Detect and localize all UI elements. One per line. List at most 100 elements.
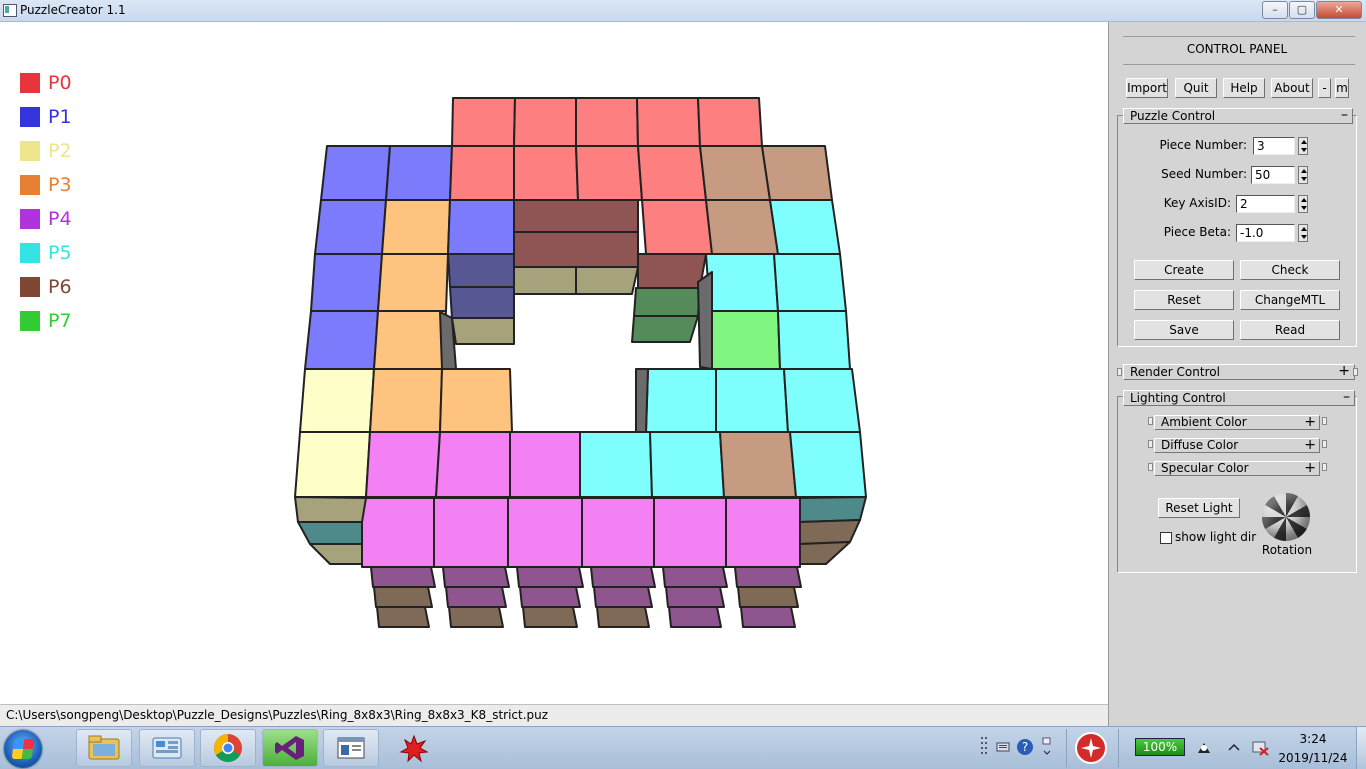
show-desktop-button[interactable] (1356, 727, 1366, 769)
puzzle-cube-face (799, 496, 867, 523)
render-control-header[interactable]: Render Control + (1123, 363, 1355, 380)
show-hidden-icons[interactable] (1228, 742, 1240, 752)
show-light-dir-checkbox[interactable] (1160, 532, 1172, 544)
ambient-color-title: Ambient Color (1161, 415, 1247, 429)
piece-beta-field[interactable] (1236, 224, 1295, 242)
lighting-control-header[interactable]: Lighting Control – (1123, 389, 1355, 406)
seed-number-field[interactable] (1251, 166, 1295, 184)
rollout-notch (1322, 463, 1327, 471)
app-icon (3, 4, 17, 17)
collapse-toggle[interactable]: – (1343, 389, 1350, 405)
taskbar-visual-studio[interactable] (262, 729, 318, 767)
expand-toggle[interactable]: + (1338, 363, 1350, 379)
network-icon[interactable] (1252, 740, 1270, 756)
puzzle-cube-face (740, 606, 796, 628)
expand-toggle[interactable]: + (1304, 437, 1316, 453)
puzzle-cube-face (373, 310, 447, 370)
minus-button[interactable]: - (1318, 78, 1331, 98)
start-button[interactable] (4, 730, 42, 768)
visual-studio-icon (275, 736, 304, 760)
seed-number-label: Seed Number: (1161, 167, 1247, 181)
key-axis-field[interactable] (1236, 195, 1295, 213)
puzzle-cube-face (449, 145, 515, 201)
quit-button[interactable]: Quit (1175, 78, 1217, 98)
taskbar-control-panel[interactable] (139, 729, 195, 767)
rollout-notch (1148, 417, 1153, 425)
key-axis-spinner[interactable] (1298, 195, 1308, 213)
change-mtl-button[interactable]: ChangeMTL (1240, 290, 1340, 310)
show-light-dir-label: show light dir (1175, 530, 1257, 544)
window-title: PuzzleCreator 1.1 (20, 3, 126, 17)
puzzle-cube-face (719, 431, 797, 498)
puzzle-cube-face (653, 497, 727, 568)
piece-number-field[interactable] (1253, 137, 1295, 155)
light-rotation-sphere[interactable] (1262, 493, 1310, 541)
puzzle-cube-face (448, 606, 504, 628)
help-button[interactable]: Help (1223, 78, 1265, 98)
expand-toggle[interactable]: + (1304, 414, 1316, 430)
mouse-icon[interactable] (1195, 739, 1213, 757)
title-bar: PuzzleCreator 1.1 – ▢ ✕ (0, 0, 1366, 22)
puzzle-cube-face (783, 368, 861, 433)
m-button[interactable]: m (1335, 78, 1349, 98)
taskbar-chrome[interactable] (200, 729, 256, 767)
taskbar-paint-tool[interactable] (386, 729, 442, 767)
taskbar-puzzle-app[interactable] (323, 729, 379, 767)
create-button[interactable]: Create (1134, 260, 1234, 280)
puzzle-cube-face (799, 519, 861, 545)
piece-beta-spinner[interactable] (1298, 224, 1308, 242)
panel-title: CONTROL PANEL (1186, 42, 1288, 56)
app-tray-icon[interactable] (1074, 731, 1108, 765)
language-bar-icon[interactable] (1042, 737, 1052, 759)
keyboard-icon[interactable] (996, 741, 1010, 753)
reset-light-button[interactable]: Reset Light (1158, 498, 1240, 518)
diffuse-color-header[interactable]: Diffuse Color + (1154, 437, 1320, 453)
about-button[interactable]: About (1271, 78, 1313, 98)
puzzle-cube-face (314, 199, 387, 255)
reset-button[interactable]: Reset (1134, 290, 1234, 310)
seed-number-spinner[interactable] (1298, 166, 1308, 184)
puzzle-cube-face (705, 199, 779, 255)
puzzle-cube-face (769, 199, 841, 255)
rollout-notch (1148, 440, 1153, 448)
svg-text:?: ? (1022, 740, 1028, 754)
puzzle-cube-face (451, 317, 515, 345)
puzzle-cube-face (513, 199, 639, 233)
diffuse-color-title: Diffuse Color (1161, 438, 1239, 452)
puzzle-model[interactable] (0, 22, 1108, 704)
ambient-color-header[interactable]: Ambient Color + (1154, 414, 1320, 430)
check-button[interactable]: Check (1240, 260, 1340, 280)
rotation-label: Rotation (1261, 543, 1313, 557)
piece-number-spinner[interactable] (1298, 137, 1308, 155)
puzzle-control-header[interactable]: Puzzle Control – (1123, 107, 1353, 124)
puzzle-cube-face (799, 541, 851, 565)
close-button[interactable]: ✕ (1316, 1, 1362, 19)
clock-time[interactable]: 3:24 (1290, 732, 1336, 746)
puzzle-viewport[interactable]: P0 P1 P2 P3 P4 P5 P6 P7 (0, 22, 1108, 704)
minimize-button[interactable]: – (1262, 1, 1288, 19)
puzzle-cube-face (373, 586, 433, 608)
battery-indicator[interactable]: 100% (1135, 738, 1185, 756)
puzzle-cube-face (442, 566, 510, 588)
help-icon[interactable]: ? (1016, 738, 1034, 756)
puzzle-cube-face (761, 145, 833, 201)
collapse-toggle[interactable]: – (1341, 107, 1348, 123)
windows-logo-icon (11, 739, 35, 759)
read-button[interactable]: Read (1240, 320, 1340, 340)
clock-date[interactable]: 2019/11/24 (1276, 751, 1350, 765)
chrome-icon (214, 734, 242, 762)
specular-color-header[interactable]: Specular Color + (1154, 460, 1320, 476)
puzzle-cube-face (435, 431, 511, 498)
key-axis-label: Key AxisID: (1163, 196, 1231, 210)
taskbar-file-explorer[interactable] (76, 729, 132, 767)
import-button[interactable]: Import (1126, 78, 1168, 98)
divider (1123, 36, 1355, 37)
puzzle-cube-face (705, 253, 779, 312)
maximize-button[interactable]: ▢ (1289, 1, 1315, 19)
puzzle-cube-face (310, 253, 383, 312)
puzzle-cube-face (447, 199, 515, 255)
puzzle-cube-face (320, 145, 391, 201)
expand-toggle[interactable]: + (1304, 460, 1316, 476)
save-button[interactable]: Save (1134, 320, 1234, 340)
puzzle-cube-face (596, 606, 650, 628)
